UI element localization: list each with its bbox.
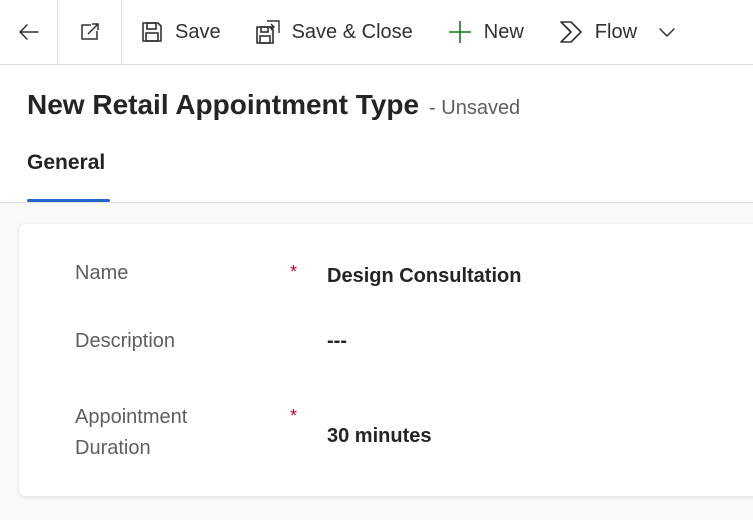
save-and-close-button[interactable]: Save & Close: [255, 0, 413, 65]
chevron-down-icon: [659, 28, 675, 37]
duration-required-indicator: *: [290, 406, 298, 426]
new-button[interactable]: New: [447, 0, 524, 65]
tab-general[interactable]: General: [27, 151, 110, 202]
appointment-duration-label: Appointment Duration: [75, 402, 187, 464]
name-required-indicator: *: [290, 262, 298, 282]
open-in-new-window-icon: [80, 23, 99, 40]
title-row: New Retail Appointment Type - Unsaved: [27, 89, 520, 121]
appointment-duration-field[interactable]: 30 minutes: [327, 425, 431, 448]
name-label: Name: [75, 262, 129, 284]
form-header: New Retail Appointment Type - Unsaved Ge…: [0, 65, 753, 203]
save-and-close-icon: [255, 20, 280, 44]
save-icon: [142, 22, 162, 42]
description-label: Description: [75, 330, 176, 352]
arrow-left-icon: [18, 24, 39, 40]
open-in-new-window-button[interactable]: [58, 0, 122, 65]
save-label: Save: [175, 20, 221, 43]
back-button[interactable]: [0, 0, 58, 65]
appointment-duration-label-line1: Appointment: [75, 406, 188, 428]
page-title: New Retail Appointment Type: [27, 89, 420, 120]
new-label: New: [483, 20, 524, 43]
tab-selected-indicator: [27, 199, 110, 202]
tab-general-label: General: [27, 151, 106, 174]
save-and-close-label: Save & Close: [291, 20, 413, 43]
general-section: Name * Design Consultation Description -…: [19, 224, 753, 496]
flow-label: Flow: [594, 20, 638, 43]
appointment-duration-label-line2: Duration: [75, 437, 151, 459]
flow-button[interactable]: Flow: [558, 0, 637, 65]
save-button[interactable]: Save: [140, 0, 221, 65]
flow-icon: [559, 21, 582, 43]
command-bar: Save Save & Close New Flow: [0, 0, 753, 65]
plus-icon: [448, 21, 471, 43]
description-field[interactable]: ---: [327, 330, 347, 353]
name-field[interactable]: Design Consultation: [327, 265, 521, 288]
save-status: - Unsaved: [429, 97, 521, 119]
more-commands-button[interactable]: [657, 0, 677, 65]
